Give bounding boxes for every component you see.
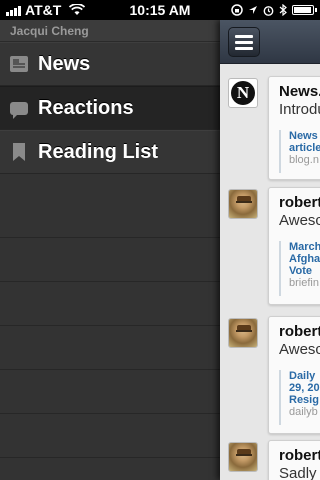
link-domain: blog.n [289, 154, 319, 166]
feed-author: robert [279, 194, 320, 211]
signal-strength-icon [6, 5, 21, 16]
sidebar-item-reading-list[interactable]: Reading List [0, 130, 220, 174]
avatar: N [228, 78, 258, 108]
wifi-icon [69, 4, 86, 15]
status-bar: AT&T 10:15 AM [0, 0, 320, 20]
sidebar: Jacqui Cheng News Reactions Reading List [0, 20, 220, 480]
menu-toggle-button[interactable] [228, 27, 260, 57]
link-title[interactable]: Vote [289, 265, 320, 277]
link-title[interactable]: Resig [289, 394, 320, 406]
link-preview[interactable]: March Afgha Vote briefin [279, 241, 320, 296]
link-title[interactable]: 29, 20 [289, 382, 320, 394]
link-title[interactable]: Afgha [289, 253, 320, 265]
feed-snippet: Awesc [279, 341, 320, 358]
account-name: Jacqui Cheng [0, 20, 220, 42]
sidebar-item-news[interactable]: News [0, 42, 220, 86]
feed-author: robert [279, 447, 320, 464]
link-domain: briefin [289, 277, 319, 289]
carrier-label: AT&T [25, 2, 62, 18]
feed-card[interactable]: robert Sadly [268, 440, 320, 480]
feed-author: News. [279, 83, 320, 100]
sidebar-item-label: Reading List [38, 140, 159, 163]
link-title[interactable]: article [289, 142, 320, 154]
link-title[interactable]: News [289, 130, 320, 142]
feed-card[interactable]: robert Awesc March Afgha Vote briefin [268, 187, 320, 305]
speech-bubble-icon [10, 101, 28, 119]
battery-icon [292, 5, 317, 15]
link-preview[interactable]: News article blog.n [279, 130, 320, 173]
sidebar-item-label: News [38, 52, 91, 75]
avatar [228, 189, 258, 219]
hamburger-icon [235, 34, 253, 38]
link-title[interactable]: Daily [289, 370, 320, 382]
link-title[interactable]: March [289, 241, 320, 253]
feed-card[interactable]: News. Introdu News article blog.n [268, 76, 320, 180]
main-feed-panel[interactable]: N News. Introdu News article blog.n robe… [220, 20, 320, 480]
link-domain: dailyb [289, 406, 318, 418]
rotation-lock-icon [231, 4, 243, 16]
sidebar-item-label: Reactions [38, 96, 134, 119]
alarm-clock-icon [263, 5, 274, 16]
location-arrow-icon [249, 6, 257, 14]
feed-card[interactable]: robert Awesc Daily 29, 20 Resig dailyb [268, 316, 320, 434]
sidebar-item-reactions[interactable]: Reactions [0, 86, 220, 130]
status-time: 10:15 AM [129, 2, 191, 18]
feed-snippet: Sadly [279, 465, 317, 480]
news-logo-icon: N [231, 81, 255, 105]
navigation-bar [220, 20, 320, 64]
newspaper-icon [10, 56, 28, 72]
feed-author: robert [279, 323, 320, 340]
bookmark-icon [13, 143, 25, 161]
avatar [228, 318, 258, 348]
bluetooth-icon [279, 4, 287, 16]
avatar [228, 442, 258, 472]
feed-snippet: Introdu [279, 101, 320, 118]
link-preview[interactable]: Daily 29, 20 Resig dailyb [279, 370, 320, 425]
feed-snippet: Awesc [279, 212, 320, 229]
